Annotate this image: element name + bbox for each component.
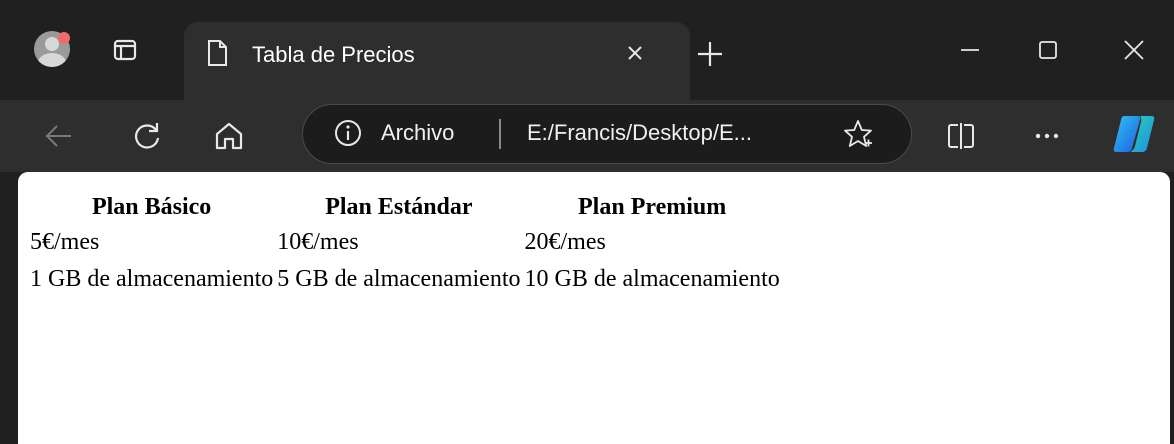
navigation-toolbar: Archivo E:/Francis/Desktop/E... <box>0 100 1174 172</box>
page-icon <box>208 40 227 66</box>
address-divider <box>499 119 501 149</box>
header-plan-estandar: Plan Estándar <box>325 194 473 220</box>
header-plan-basico: Plan Básico <box>91 194 212 220</box>
info-icon[interactable] <box>333 118 363 148</box>
more-icon[interactable] <box>1030 119 1064 153</box>
table-cell: 5 GB de almacenamiento <box>277 266 521 292</box>
table-cell: 1 GB de almacenamiento <box>30 266 274 292</box>
table-header-row: Plan Básico Plan Estándar Plan Premium <box>28 192 782 227</box>
browser-window: Tabla de Precios Archivo E:/Francis/Desk… <box>0 0 1174 444</box>
site-info-label[interactable]: Archivo <box>381 120 454 146</box>
refresh-icon[interactable] <box>130 119 164 153</box>
tab-active[interactable]: Tabla de Precios <box>184 22 690 100</box>
minimize-icon[interactable] <box>956 36 984 64</box>
copilot-icon[interactable] <box>1110 112 1158 156</box>
star-icon[interactable] <box>841 117 875 151</box>
new-tab-plus-icon[interactable] <box>694 38 726 70</box>
notification-dot <box>58 32 70 44</box>
page-content: Plan Básico Plan Estándar Plan Premium 5… <box>18 172 1170 444</box>
table-cell: 10€/mes <box>277 229 359 255</box>
close-window-icon[interactable] <box>1120 36 1148 64</box>
table-cell: 5€/mes <box>30 229 100 255</box>
table-row: 5€/mes 10€/mes 20€/mes <box>28 227 782 264</box>
table-row: 1 GB de almacenamiento 5 GB de almacenam… <box>28 264 782 301</box>
tab-title: Tabla de Precios <box>252 42 415 67</box>
address-bar[interactable]: Archivo E:/Francis/Desktop/E... <box>302 104 912 164</box>
home-icon[interactable] <box>212 119 246 153</box>
split-screen-icon[interactable] <box>944 119 978 153</box>
back-arrow-icon[interactable] <box>42 119 76 153</box>
pricing-table: Plan Básico Plan Estándar Plan Premium 5… <box>28 192 782 301</box>
table-cell: 10 GB de almacenamiento <box>524 266 780 292</box>
maximize-icon[interactable] <box>1034 36 1062 64</box>
table-cell: 20€/mes <box>524 229 606 255</box>
close-tab-icon[interactable] <box>620 38 650 68</box>
url-text[interactable]: E:/Francis/Desktop/E... <box>527 120 752 146</box>
header-plan-premium: Plan Premium <box>578 194 727 220</box>
tab-actions-icon[interactable] <box>111 36 139 64</box>
tab-strip: Tabla de Precios <box>0 0 1174 100</box>
